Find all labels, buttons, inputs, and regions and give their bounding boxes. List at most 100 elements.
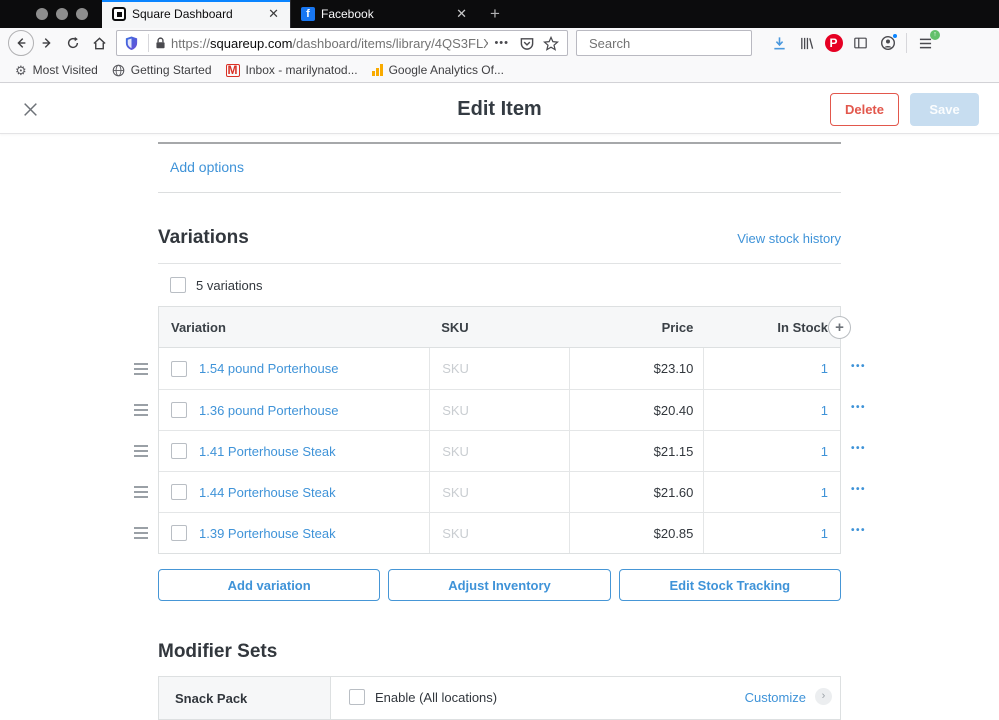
chevron-right-icon[interactable]: › [815, 688, 832, 705]
bookmark-getting-started[interactable]: Getting Started [107, 58, 221, 82]
sku-input[interactable] [442, 525, 569, 541]
lock-icon[interactable] [154, 36, 171, 50]
account-icon[interactable] [874, 30, 901, 56]
gear-icon: ⚙ [15, 62, 27, 78]
add-variation-button[interactable]: Add variation [158, 569, 381, 601]
row-menu-icon[interactable]: ••• [851, 525, 866, 536]
bookmark-most-visited[interactable]: ⚙ Most Visited [10, 58, 107, 82]
select-all-variations-checkbox[interactable] [170, 277, 186, 293]
bookmark-star-icon[interactable] [539, 35, 567, 51]
edit-item-content: Add options Variations View stock histor… [134, 134, 864, 720]
search-bar[interactable] [576, 30, 765, 56]
sku-input[interactable] [442, 443, 569, 459]
column-header-variation: Variation [171, 319, 226, 335]
variation-row: 1.39 Porterhouse Steak $20.85 1 ••• [134, 512, 864, 553]
library-icon[interactable] [793, 30, 820, 56]
column-header-in-stock: In Stock [777, 319, 828, 335]
window-close-button[interactable] [36, 8, 48, 20]
url-bar[interactable]: https://squareup.com/dashboard/items/lib… [116, 30, 568, 56]
sku-input[interactable] [442, 361, 569, 376]
tab-close-icon[interactable]: ✕ [265, 6, 282, 22]
globe-icon [112, 64, 125, 76]
variations-count-label: 5 variations [196, 277, 263, 293]
add-column-button[interactable]: + [828, 316, 851, 339]
in-stock-link[interactable]: 1 [821, 444, 828, 459]
adjust-inventory-button[interactable]: Adjust Inventory [388, 569, 611, 601]
price-value[interactable]: $21.60 [654, 485, 694, 500]
new-tab-button[interactable]: + [478, 0, 512, 28]
in-stock-link[interactable]: 1 [821, 403, 828, 418]
variation-name-link[interactable]: 1.54 pound Porterhouse [199, 361, 339, 376]
page-actions-button[interactable]: ••• [488, 37, 515, 49]
drag-handle-icon[interactable] [134, 404, 148, 416]
in-stock-link[interactable]: 1 [821, 526, 828, 541]
row-checkbox[interactable] [171, 525, 187, 541]
row-menu-icon[interactable]: ••• [851, 443, 866, 454]
variation-row: 1.44 Porterhouse Steak $21.60 1 ••• [134, 471, 864, 512]
bookmark-inbox[interactable]: M Inbox - marilynatod... [221, 58, 367, 82]
drag-handle-icon[interactable] [134, 527, 148, 539]
variation-row: 1.36 pound Porterhouse $20.40 1 ••• [134, 389, 864, 430]
row-checkbox[interactable] [171, 360, 187, 377]
column-header-sku: SKU [441, 319, 469, 335]
drag-handle-icon[interactable] [134, 445, 148, 457]
column-header-price: Price [661, 319, 694, 335]
sku-input[interactable] [442, 402, 569, 418]
url-text[interactable]: https://squareup.com/dashboard/items/lib… [171, 36, 488, 51]
variation-name-link[interactable]: 1.44 Porterhouse Steak [199, 485, 336, 500]
price-value[interactable]: $23.10 [654, 361, 694, 376]
window-zoom-button[interactable] [76, 8, 88, 20]
back-button[interactable] [8, 30, 34, 56]
in-stock-link[interactable]: 1 [821, 485, 828, 500]
reload-button[interactable] [60, 30, 86, 56]
menu-icon[interactable]: ↑ [912, 30, 940, 56]
variation-name-link[interactable]: 1.36 pound Porterhouse [199, 403, 339, 418]
row-menu-icon[interactable]: ••• [851, 361, 866, 372]
divider [158, 192, 841, 193]
forward-button[interactable] [34, 30, 60, 56]
row-menu-icon[interactable]: ••• [851, 484, 866, 495]
row-checkbox[interactable] [171, 484, 187, 500]
price-value[interactable]: $20.85 [654, 526, 694, 541]
search-input[interactable] [589, 35, 765, 51]
pinterest-icon[interactable]: P [820, 30, 847, 56]
pocket-icon[interactable] [515, 36, 539, 51]
price-value[interactable]: $20.40 [654, 403, 694, 418]
add-options-link[interactable]: Add options [170, 159, 244, 175]
bookmark-label: Inbox - marilynatod... [245, 63, 358, 77]
url-path: /dashboard/items/library/4QS3FLX [292, 35, 489, 51]
row-checkbox[interactable] [171, 443, 187, 459]
tab-bar: Square Dashboard ✕ f Facebook ✕ + [0, 0, 999, 28]
sidebar-icon[interactable] [847, 30, 874, 56]
sku-input[interactable] [442, 484, 569, 500]
row-checkbox[interactable] [171, 402, 187, 418]
tab-square-dashboard[interactable]: Square Dashboard ✕ [102, 0, 290, 28]
downloads-icon[interactable] [766, 30, 793, 56]
edit-stock-tracking-button[interactable]: Edit Stock Tracking [618, 569, 841, 601]
save-button[interactable]: Save [910, 93, 979, 126]
price-value[interactable]: $21.15 [654, 444, 694, 459]
bookmark-google-analytics[interactable]: Google Analytics Of... [367, 58, 513, 82]
variation-name-link[interactable]: 1.39 Porterhouse Steak [199, 526, 336, 541]
variation-row: 1.41 Porterhouse Steak $21.15 1 ••• [134, 430, 864, 471]
modifier-enable-checkbox[interactable] [349, 689, 365, 705]
home-button[interactable] [86, 30, 112, 56]
tab-close-icon[interactable]: ✕ [453, 6, 470, 22]
tracking-shield-icon[interactable] [117, 35, 143, 51]
view-stock-history-link[interactable]: View stock history [737, 231, 841, 246]
tab-title: Facebook [321, 7, 374, 21]
tab-title: Square Dashboard [132, 7, 233, 21]
row-menu-icon[interactable]: ••• [851, 402, 866, 413]
bookmark-label: Most Visited [32, 63, 98, 77]
delete-button[interactable]: Delete [829, 93, 899, 126]
update-badge-icon: ↑ [930, 30, 940, 40]
modifier-sets-table: Snack Pack Enable (All locations) Custom… [158, 676, 841, 720]
bookmarks-bar: ⚙ Most Visited Getting Started M Inbox -… [0, 58, 999, 83]
drag-handle-icon[interactable] [134, 486, 148, 498]
drag-handle-icon[interactable] [134, 362, 148, 375]
tab-facebook[interactable]: f Facebook ✕ [290, 0, 478, 28]
window-minimize-button[interactable] [56, 8, 68, 20]
variation-name-link[interactable]: 1.41 Porterhouse Steak [199, 444, 336, 459]
in-stock-link[interactable]: 1 [821, 361, 828, 376]
customize-link[interactable]: Customize [745, 690, 806, 705]
